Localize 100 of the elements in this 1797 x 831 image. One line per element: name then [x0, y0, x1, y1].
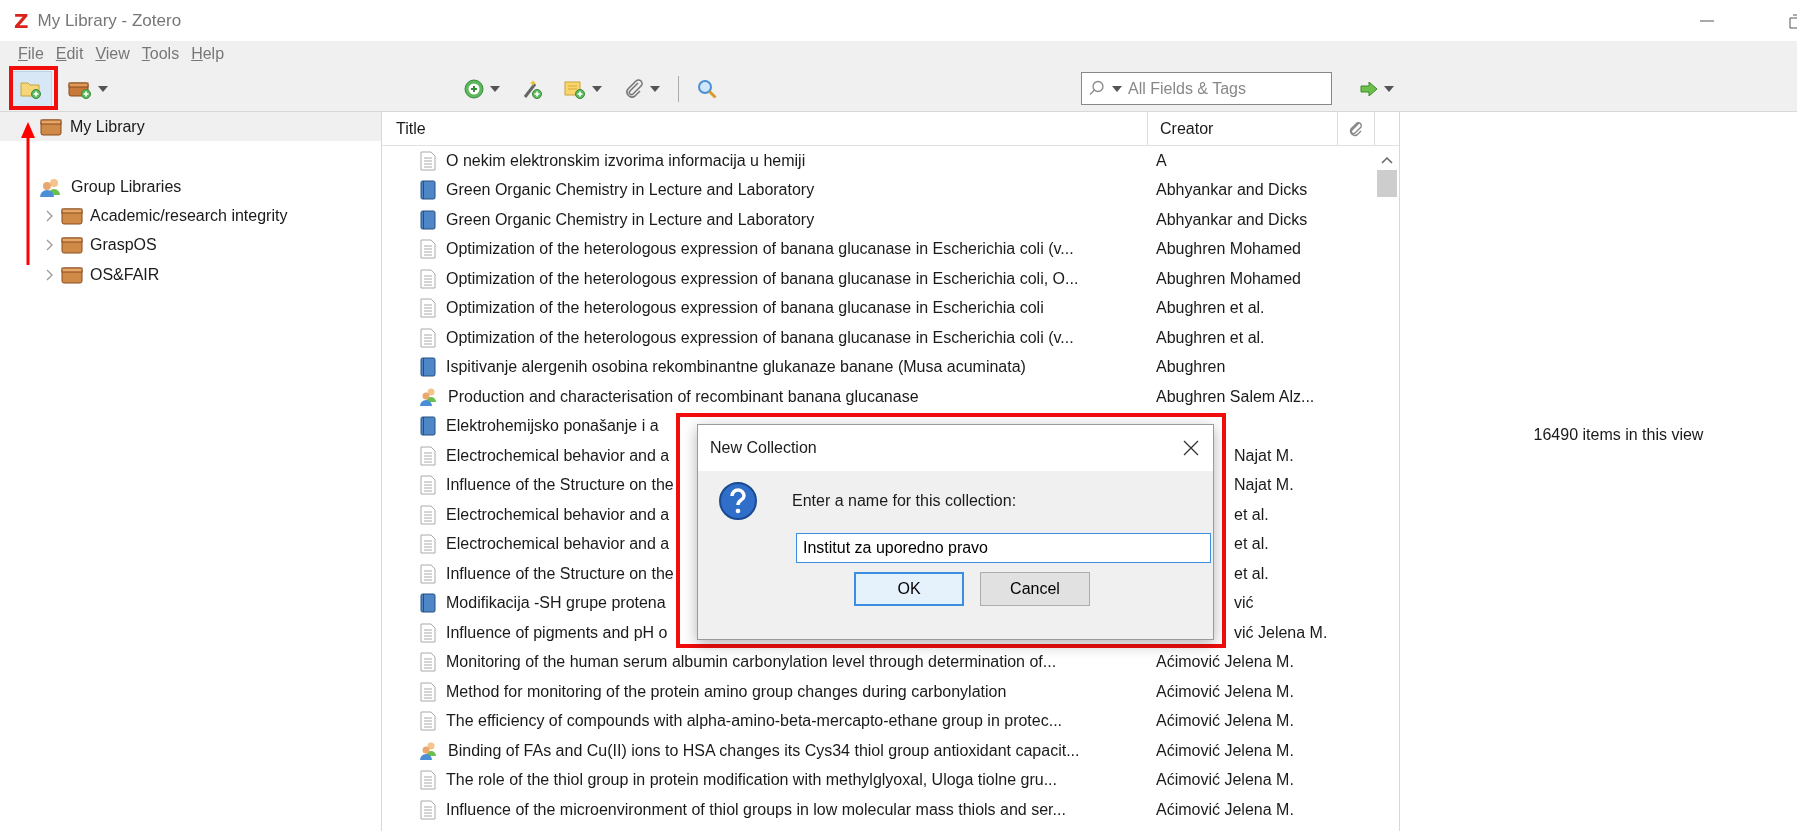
tree-item[interactable]: My Library [0, 112, 381, 141]
item-title: The role of the thiol group in protein modification with methylglyoxal, Uloga tiolne gru... [446, 771, 1057, 790]
item-title: Elektrohemijsko ponašanje i a [446, 417, 659, 436]
item-creator: A [1156, 151, 1167, 170]
item-creator: Abughren [1156, 358, 1226, 377]
caret-icon [650, 85, 660, 92]
search-field[interactable]: All Fields & Tags [1081, 72, 1332, 105]
item-creator: Abughren et al. [1156, 328, 1265, 347]
document-icon [420, 622, 436, 643]
book-icon [420, 180, 436, 201]
item-creator: Abughren Mohamed [1156, 240, 1301, 259]
item-creator: Najat M. [1234, 446, 1294, 465]
document-icon [420, 445, 436, 466]
item-title: Green Organic Chemistry in Lecture and Laboratory [446, 181, 815, 200]
item-title: Electrochemical behavior and a [446, 535, 670, 554]
name-input-field[interactable]: Institut za uporedno pravo [796, 533, 1211, 563]
item-creator: Abughren et al. [1156, 299, 1265, 318]
document-icon [420, 799, 436, 820]
document-icon [420, 327, 436, 348]
item-title: Optimization of the heterologous expression of banana glucanase in Escherichia coli (v... [446, 328, 1074, 347]
search-icon [1089, 80, 1105, 96]
item-title: Monitoring of the human serum albumin carbonylation level through determination of... [446, 653, 1057, 672]
item-title: Influence of the Structure on the [446, 476, 674, 495]
window-title: My Library - Zotero [37, 10, 182, 31]
item-creator: vić [1234, 594, 1254, 613]
document-icon [420, 475, 436, 496]
item-creator: Aćimović Jelena M. [1156, 653, 1294, 672]
item-creator: Abughren Mohamed [1156, 269, 1301, 288]
close-icon[interactable] [1183, 440, 1199, 456]
dialog-title: New Collection [710, 439, 817, 457]
item-creator: Abhyankar and Dicks [1156, 210, 1308, 229]
item-title: Optimization of the heterologous expression of banana glucanase in Escherichia coli (v... [446, 240, 1074, 259]
item-creator: Abhyankar and Dicks [1156, 181, 1308, 200]
item-title: Method for monitoring of the protein amino group changes during carbonylation [446, 682, 1007, 701]
menu-item[interactable]: Edit [55, 44, 84, 63]
book-icon [420, 593, 436, 614]
item-creator: Najat M. [1234, 476, 1294, 495]
tree-label: My Library [70, 117, 145, 136]
chevron-icon[interactable] [44, 239, 54, 252]
caret-icon[interactable] [1112, 86, 1122, 92]
document-icon [420, 681, 436, 702]
tree-label[interactable]: Academic/research integrity [90, 206, 288, 225]
document-icon [420, 711, 436, 732]
library-box-icon [61, 206, 83, 225]
item-creator: et al. [1234, 535, 1269, 554]
ok-button[interactable]: OK [854, 572, 964, 606]
menu-item[interactable]: Help [191, 44, 225, 63]
item-creator: Abughren Salem Alz... [1156, 387, 1315, 406]
tree-label[interactable]: OS&FAIR [90, 265, 160, 284]
book-icon [420, 357, 436, 378]
caret-icon [592, 85, 602, 92]
library-box-icon [40, 117, 62, 136]
item-creator: et al. [1234, 564, 1269, 583]
chevron-icon[interactable] [44, 268, 54, 281]
document-icon [420, 504, 436, 525]
cancel-button[interactable]: Cancel [980, 572, 1090, 606]
tree-label[interactable]: GraspOS [90, 236, 157, 255]
magnifier-icon [697, 78, 717, 99]
item-creator: et al. [1234, 505, 1269, 524]
arrow-right-icon [1360, 81, 1378, 96]
plus-circle-icon [464, 78, 484, 99]
column-header[interactable]: Creator [1148, 112, 1338, 145]
dialog-prompt: Enter a name for this collection: [792, 492, 1017, 510]
highlight-frame [9, 66, 58, 110]
document-icon [420, 770, 436, 791]
chevron-icon[interactable] [44, 209, 54, 222]
new-collection-button[interactable] [10, 70, 52, 107]
tree-heading: Group Libraries [71, 177, 182, 196]
people-icon [39, 176, 63, 197]
library-box-icon [61, 236, 83, 255]
document-icon [420, 268, 436, 289]
item-creator: Aćimović Jelena M. [1156, 682, 1294, 701]
scrollbar-thumb[interactable] [1377, 170, 1397, 197]
note-plus-icon [564, 78, 586, 99]
item-title: O nekim elektronskim izvorima informacija u hemiji [446, 151, 806, 170]
item-title: Optimization of the heterologous expression of banana glucanase in Escherichia coli [446, 299, 1044, 318]
scroll-up-icon[interactable] [1381, 156, 1393, 164]
item-creator: vić Jelena M. [1234, 623, 1328, 642]
item-creator: Aćimović Jelena M. [1156, 800, 1294, 819]
app-logo: Z [14, 8, 29, 33]
item-title: Electrochemical behavior and a [446, 446, 670, 465]
menu-item[interactable]: File [18, 44, 44, 63]
item-title: Production and characterisation of recombinant banana glucanase [448, 387, 919, 406]
menu-item[interactable]: View [95, 44, 130, 63]
book-icon [420, 209, 436, 230]
paperclip-icon[interactable] [1348, 119, 1364, 138]
document-icon [420, 652, 436, 673]
column-header[interactable]: Title [382, 112, 1148, 145]
caret-icon [98, 85, 108, 92]
caret-icon [1384, 85, 1394, 92]
item-title: Optimization of the heterologous expression of banana glucanase in Escherichia coli, O... [446, 269, 1079, 288]
menu-item[interactable]: Tools [141, 44, 180, 63]
people-icon [420, 740, 438, 761]
item-creator: Aćimović Jelena M. [1156, 712, 1294, 731]
caret-icon [490, 85, 500, 92]
item-title: Influence of pigments and pH o [446, 623, 668, 642]
item-creator: Aćimović Jelena M. [1156, 771, 1294, 790]
document-icon [420, 298, 436, 319]
document-icon [420, 239, 436, 260]
item-title: Electrochemical behavior and a [446, 505, 670, 524]
